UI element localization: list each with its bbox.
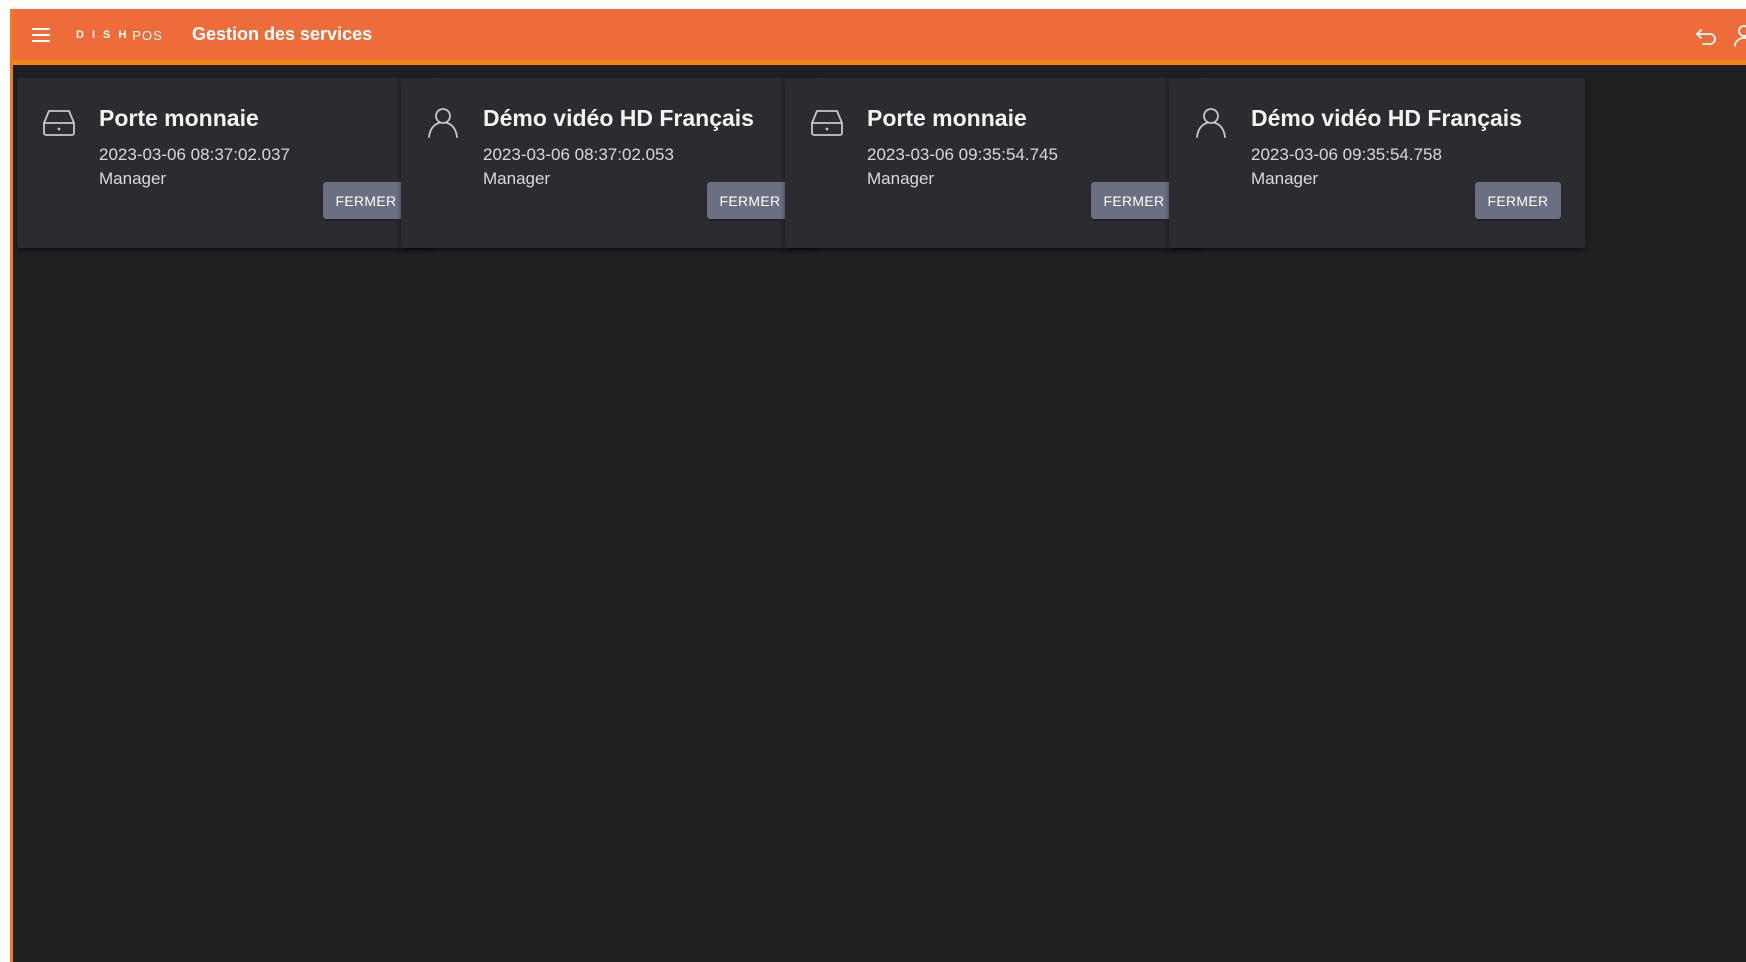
undo-icon[interactable] <box>1694 25 1718 47</box>
user-icon <box>1196 108 1226 138</box>
top-app-bar: DISH POS Gestion des services <box>10 9 1746 65</box>
service-timestamp: 2023-03-06 08:37:02.053 <box>483 145 674 164</box>
logo-pos-text: POS <box>132 27 163 43</box>
service-title: Porte monnaie <box>99 105 259 131</box>
cash-drawer-icon <box>43 110 75 136</box>
service-role: Manager <box>1251 169 1319 188</box>
user-icon <box>428 108 458 138</box>
user-off-icon[interactable] <box>1732 23 1746 49</box>
close-service-button[interactable]: FERMER <box>1091 182 1177 219</box>
close-service-button[interactable]: FERMER <box>323 182 409 219</box>
page-title: Gestion des services <box>192 24 373 44</box>
service-card: Porte monnaie 2023-03-06 08:37:02.037 Ma… <box>17 78 433 248</box>
app-window: DISH POS Gestion des services Porte monn… <box>10 9 1746 962</box>
left-accent-border <box>10 9 13 962</box>
service-role: Manager <box>867 169 935 188</box>
service-title: Porte monnaie <box>867 105 1027 131</box>
screen: DISH POS Gestion des services Porte monn… <box>0 0 1746 962</box>
service-card: Porte monnaie 2023-03-06 09:35:54.745 Ma… <box>785 78 1201 248</box>
service-card: Démo vidéo HD Français 2023-03-06 09:35:… <box>1169 78 1585 248</box>
service-timestamp: 2023-03-06 09:35:54.758 <box>1251 145 1442 164</box>
cash-drawer-icon <box>811 110 843 136</box>
service-card: Démo vidéo HD Français 2023-03-06 08:37:… <box>401 78 817 248</box>
service-timestamp: 2023-03-06 09:35:54.745 <box>867 145 1058 164</box>
logo-dish-text: DISH <box>76 29 135 41</box>
dish-pos-logo: DISH POS <box>76 26 163 44</box>
menu-icon[interactable] <box>32 28 52 42</box>
service-role: Manager <box>483 169 551 188</box>
close-service-button[interactable]: FERMER <box>1475 182 1561 219</box>
close-service-button[interactable]: FERMER <box>707 182 793 219</box>
service-title: Démo vidéo HD Français <box>483 105 754 131</box>
service-role: Manager <box>99 169 167 188</box>
service-timestamp: 2023-03-06 08:37:02.037 <box>99 145 290 164</box>
service-title: Démo vidéo HD Français <box>1251 105 1522 131</box>
